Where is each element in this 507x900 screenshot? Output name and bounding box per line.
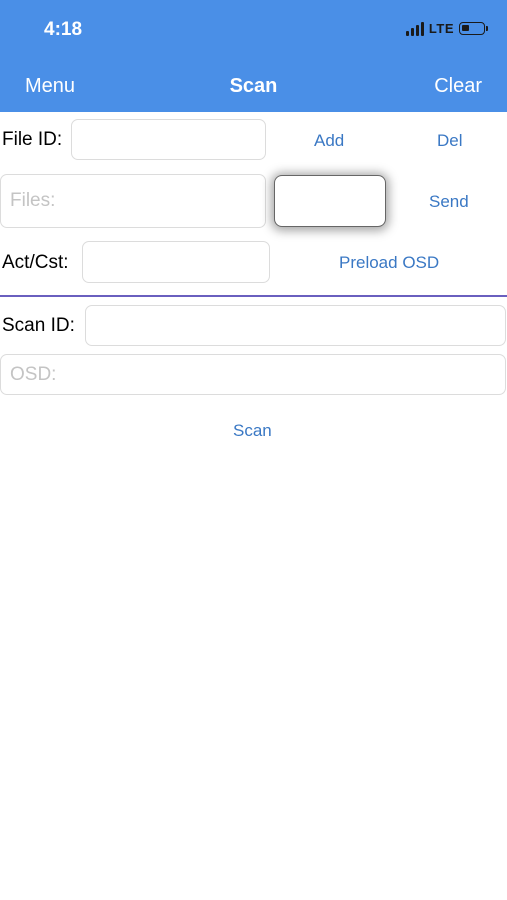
scan-button[interactable]: Scan (233, 421, 272, 441)
file-id-input[interactable] (71, 119, 266, 160)
act-cst-label: Act/Cst: (2, 252, 69, 273)
page-title: Scan (229, 75, 278, 97)
files-input[interactable] (0, 174, 266, 228)
status-time: 4:18 (44, 19, 83, 40)
file-id-label: File ID: (2, 129, 63, 150)
scan-id-input[interactable] (85, 305, 506, 346)
section-divider (0, 295, 507, 297)
network-type: LTE (428, 21, 454, 36)
signal-icon (405, 21, 424, 36)
del-button[interactable]: Del (437, 131, 463, 151)
osd-input[interactable] (0, 354, 506, 395)
battery-icon (459, 22, 488, 35)
preload-osd-button[interactable]: Preload OSD (339, 253, 439, 273)
add-button[interactable]: Add (314, 131, 344, 151)
send-button[interactable]: Send (429, 192, 469, 212)
scan-id-label: Scan ID: (2, 315, 75, 336)
file-count-box[interactable] (274, 175, 386, 227)
act-cst-input[interactable] (82, 241, 270, 283)
app-header: 4:18 LTE Menu Scan Clear (0, 0, 507, 112)
status-indicators: LTE (405, 21, 488, 36)
clear-button[interactable]: Clear (434, 75, 482, 98)
